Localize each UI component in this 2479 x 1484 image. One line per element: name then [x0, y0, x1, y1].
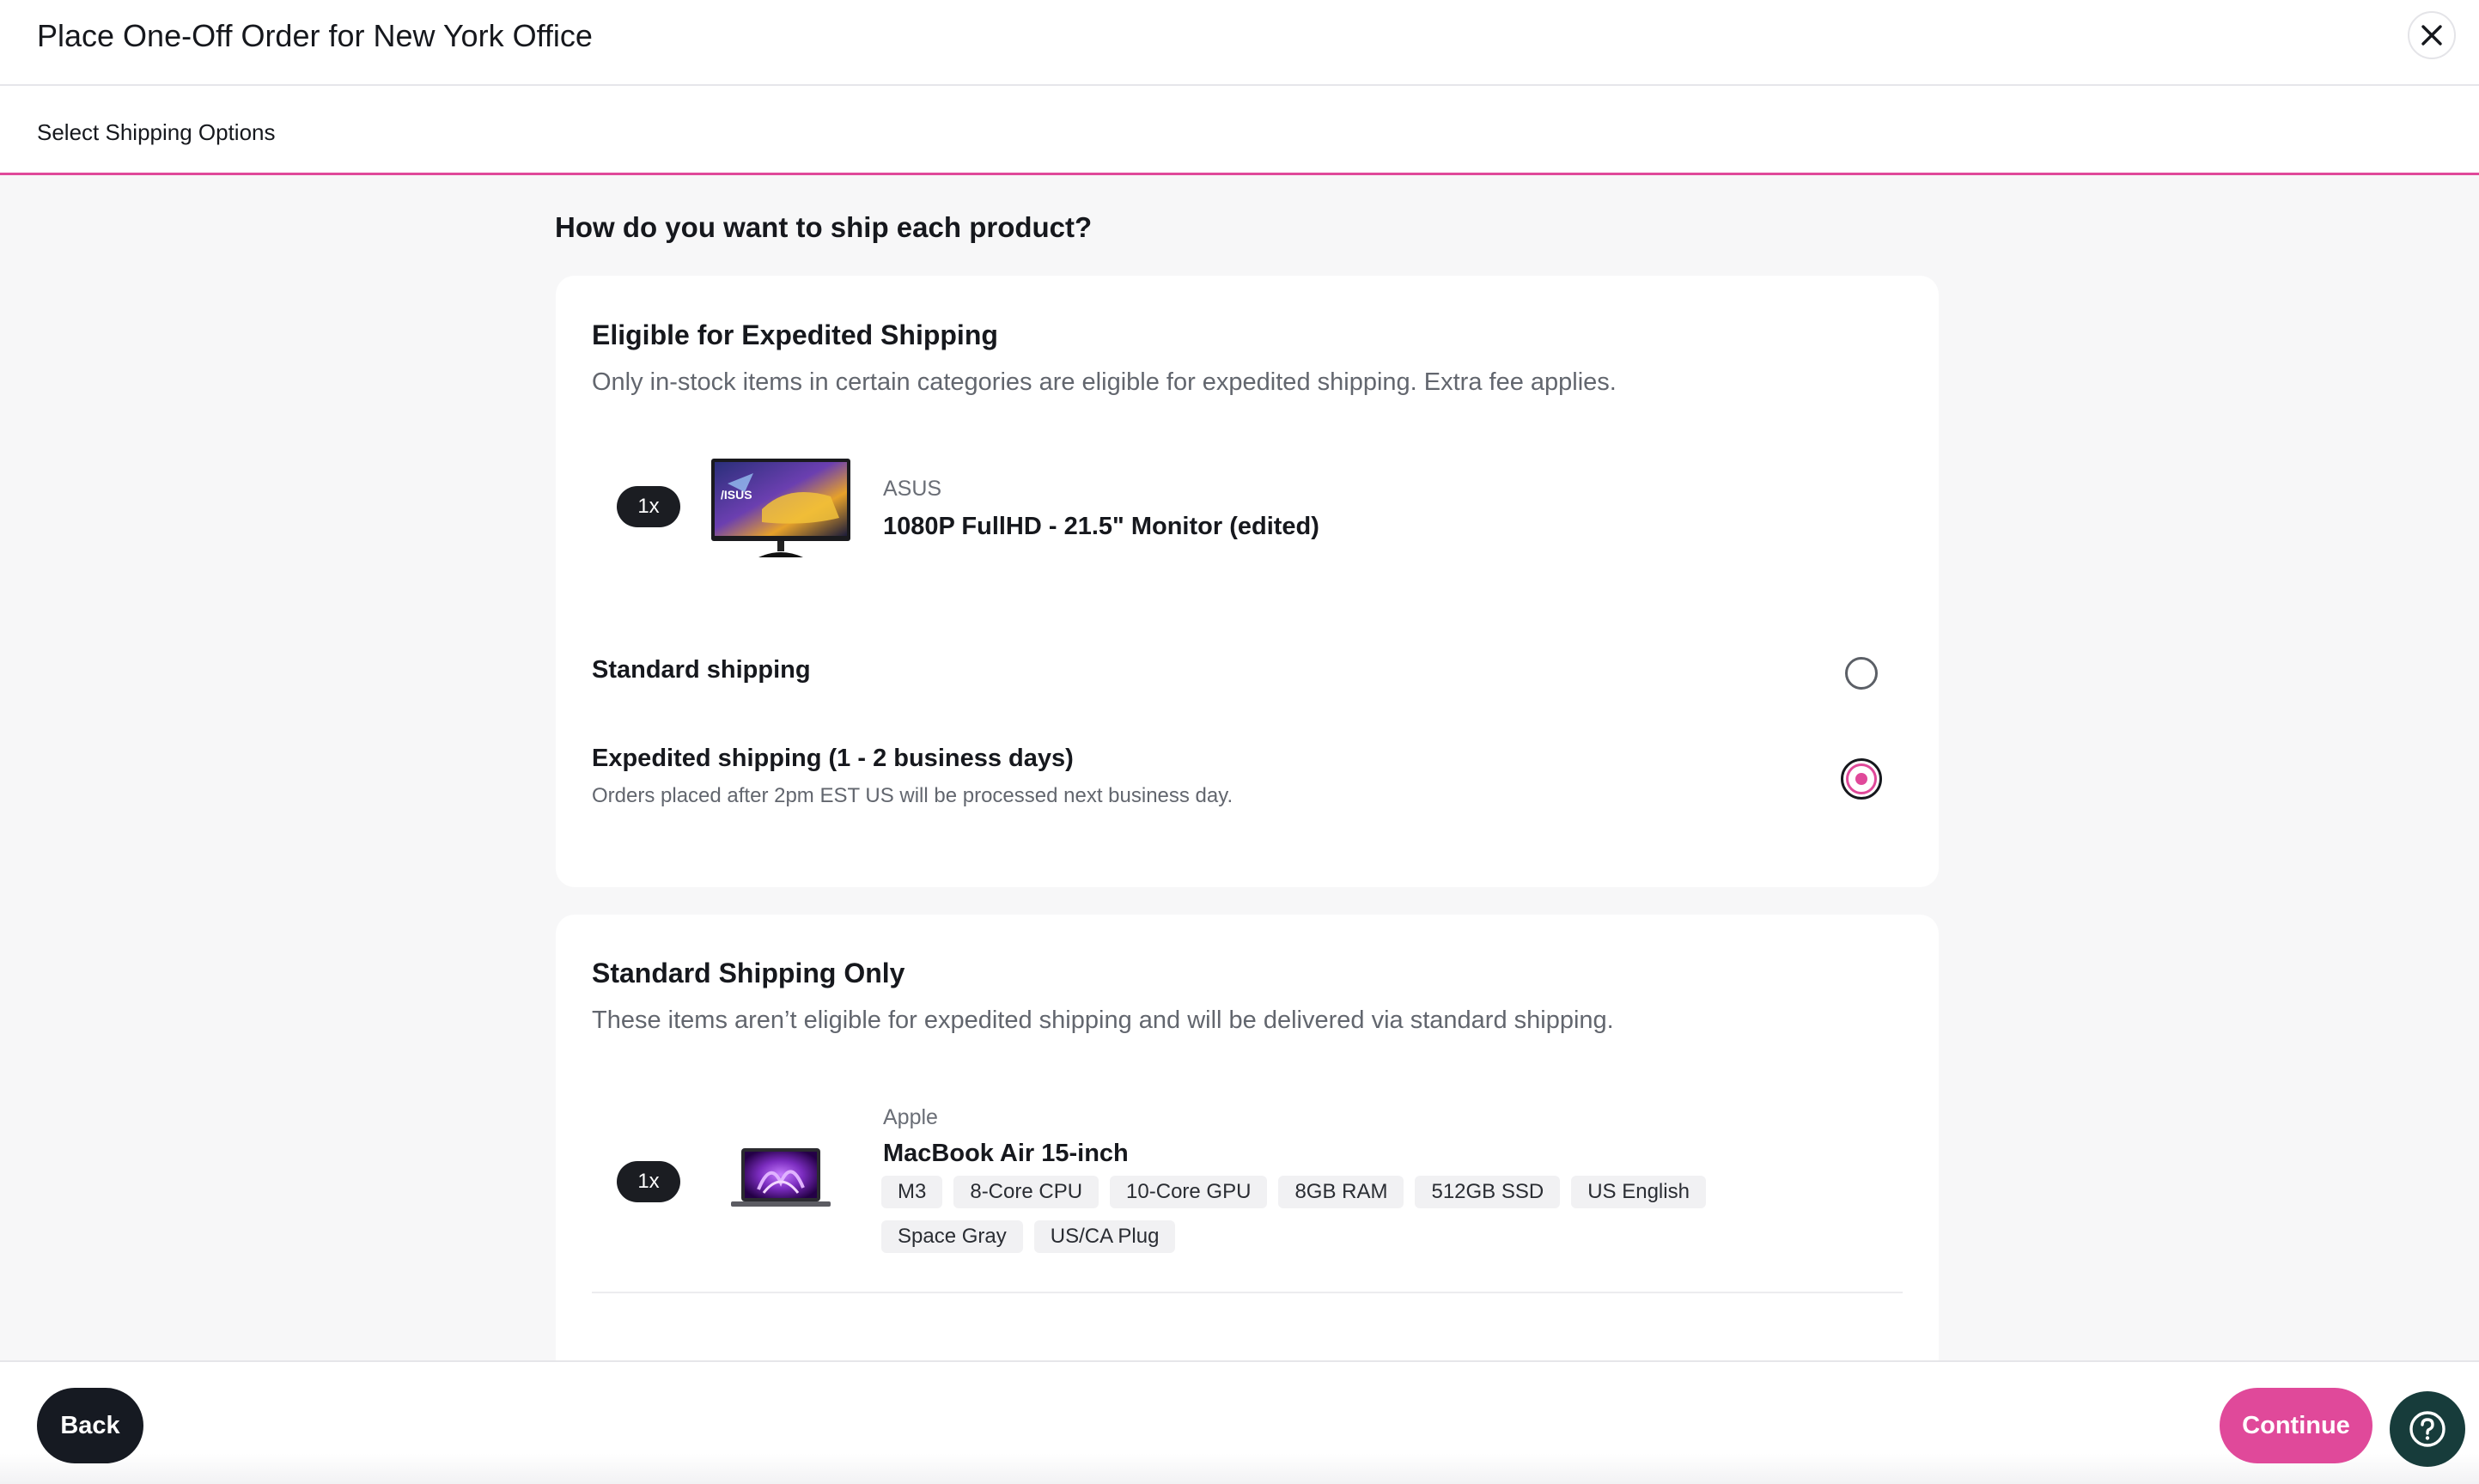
expedited-shipping-label[interactable]: Expedited shipping (1 - 2 business days)	[592, 745, 1074, 773]
product-brand: ASUS	[883, 477, 942, 501]
quantity-badge: 1x	[617, 486, 680, 527]
standard-only-card-subtitle: These items aren’t eligible for expedite…	[592, 1007, 1614, 1034]
product-name: 1080P FullHD - 21.5" Monitor (edited)	[883, 513, 1319, 540]
standard-only-card-title: Standard Shipping Only	[592, 958, 905, 988]
close-icon	[2421, 25, 2442, 46]
main-content[interactable]: How do you want to ship each product? El…	[0, 175, 2479, 1360]
product-spec-tags: M3 8-Core CPU 10-Core GPU 8GB RAM 512GB …	[881, 1176, 1826, 1253]
expedited-card-title: Eligible for Expedited Shipping	[592, 319, 998, 350]
radio-dot	[1855, 773, 1867, 785]
standard-shipping-label[interactable]: Standard shipping	[592, 656, 811, 684]
expedited-card-subtitle: Only in-stock items in certain categorie…	[592, 368, 1617, 396]
footer: Back Continue	[0, 1360, 2479, 1484]
back-button[interactable]: Back	[37, 1388, 143, 1463]
spec-tag: 512GB SSD	[1415, 1176, 1561, 1208]
monitor-image: /ISUS	[710, 458, 851, 565]
help-icon	[2409, 1411, 2446, 1447]
continue-button[interactable]: Continue	[2220, 1388, 2372, 1463]
spec-tag: Space Gray	[881, 1220, 1023, 1253]
expedited-shipping-radio[interactable]	[1841, 758, 1882, 800]
spec-tag: 10-Core GPU	[1110, 1176, 1268, 1208]
product-name: MacBook Air 15-inch	[883, 1140, 1129, 1167]
spec-tag: US English	[1571, 1176, 1706, 1208]
modal-header: Place One-Off Order for New York Office	[0, 0, 2479, 86]
quantity-badge: 1x	[617, 1161, 680, 1202]
radio-ring	[1846, 763, 1877, 794]
spec-tag: M3	[881, 1176, 943, 1208]
expedited-card: Eligible for Expedited Shipping Only in-…	[556, 276, 1939, 887]
standard-only-card: Standard Shipping Only These items aren’…	[556, 915, 1939, 1360]
spec-tag: US/CA Plug	[1033, 1220, 1176, 1253]
divider	[592, 1292, 1903, 1293]
spec-tag: 8GB RAM	[1278, 1176, 1404, 1208]
shipping-question: How do you want to ship each product?	[555, 211, 1093, 243]
product-brand: Apple	[883, 1105, 938, 1129]
page-title: Place One-Off Order for New York Office	[37, 18, 593, 53]
step-bar: Select Shipping Options	[0, 86, 2479, 175]
close-button[interactable]	[2408, 11, 2456, 59]
svg-text:/ISUS: /ISUS	[721, 488, 752, 502]
expedited-shipping-note: Orders placed after 2pm EST US will be p…	[592, 784, 1233, 807]
standard-shipping-radio[interactable]	[1845, 657, 1878, 690]
laptop-image	[729, 1145, 832, 1218]
spec-tag: 8-Core CPU	[953, 1176, 1099, 1208]
step-label: Select Shipping Options	[37, 119, 276, 145]
help-button[interactable]	[2390, 1391, 2465, 1467]
